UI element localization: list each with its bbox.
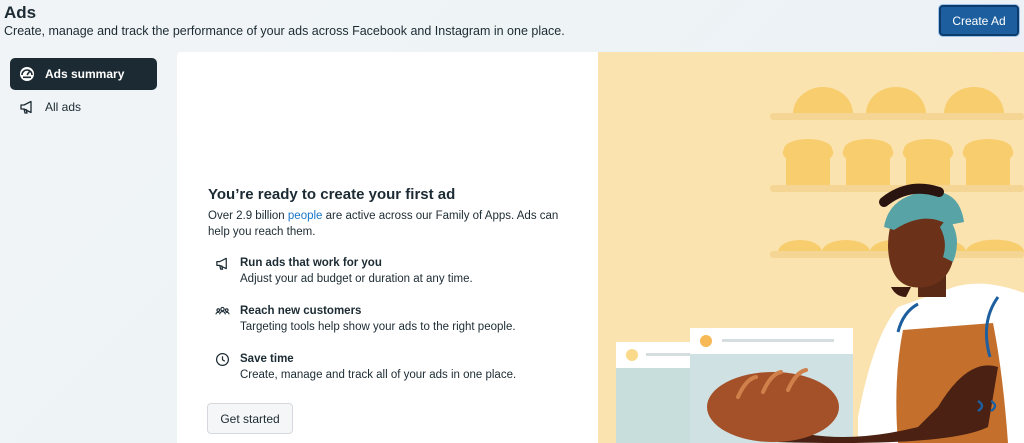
sidebar-item-all-ads[interactable]: All ads bbox=[10, 91, 157, 123]
feature-description: Adjust your ad budget or duration at any… bbox=[240, 273, 473, 285]
sidebar: Ads summary All ads bbox=[10, 58, 157, 124]
feature-title: Save time bbox=[240, 353, 294, 365]
feature-title: Run ads that work for you bbox=[240, 257, 382, 269]
clock-icon bbox=[215, 352, 231, 368]
page-title: Ads bbox=[4, 3, 37, 22]
people-group-icon bbox=[215, 304, 231, 320]
feature-title: Reach new customers bbox=[240, 305, 362, 317]
sidebar-item-ads-summary[interactable]: Ads summary bbox=[10, 58, 157, 90]
empty-state-intro: Over 2.9 billion people are active acros… bbox=[208, 208, 578, 240]
feature-description: Targeting tools help show your ads to th… bbox=[240, 321, 516, 333]
empty-state-panel: You’re ready to create your first ad Ove… bbox=[177, 52, 600, 443]
get-started-button[interactable]: Get started bbox=[207, 403, 293, 434]
sidebar-item-label: All ads bbox=[45, 100, 82, 114]
empty-state-heading: You’re ready to create your first ad bbox=[208, 186, 456, 203]
feature-reach-customers: Reach new customers Targeting tools help… bbox=[215, 303, 516, 335]
sidebar-item-label: Ads summary bbox=[45, 67, 125, 81]
create-ad-button[interactable]: Create Ad bbox=[939, 5, 1019, 36]
baker-illustration bbox=[598, 52, 1024, 443]
people-link[interactable]: people bbox=[288, 210, 323, 222]
dashboard-gauge-icon bbox=[18, 65, 36, 83]
megaphone-icon bbox=[215, 256, 231, 272]
megaphone-icon bbox=[18, 98, 36, 116]
feature-run-ads: Run ads that work for you Adjust your ad… bbox=[215, 255, 473, 287]
intro-text: Over 2.9 billion bbox=[208, 210, 288, 222]
feature-save-time: Save time Create, manage and track all o… bbox=[215, 351, 516, 383]
page-subtitle: Create, manage and track the performance… bbox=[4, 24, 565, 38]
feature-description: Create, manage and track all of your ads… bbox=[240, 369, 517, 381]
